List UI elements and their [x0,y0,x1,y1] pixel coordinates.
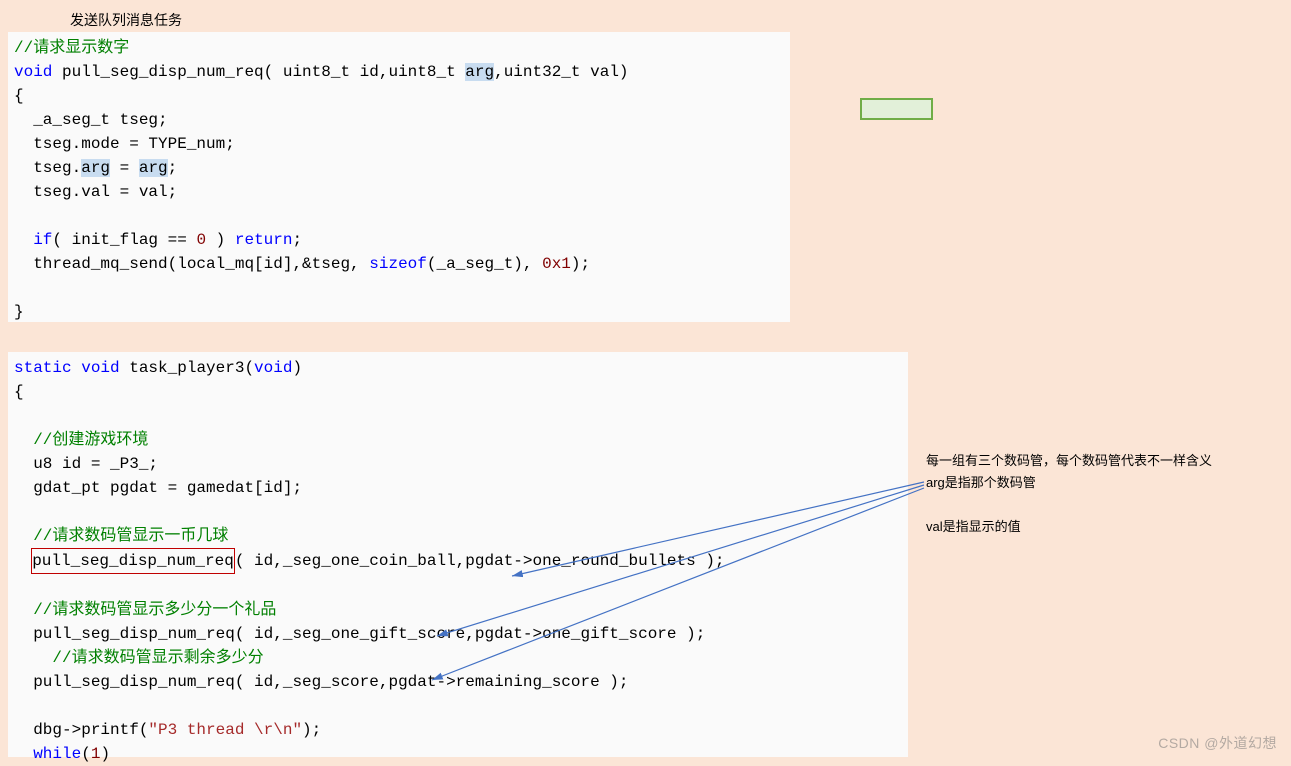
code-pre-2: static void task_player3(void) { //创建游戏环… [14,356,902,766]
title-text: 发送队列消息任务 [70,10,182,30]
annotation-notes: 每一组有三个数码管，每个数码管代表不一样含义 arg是指那个数码管 val是指显… [926,450,1212,538]
green-textbox [860,98,933,120]
code-block-2: static void task_player3(void) { //创建游戏环… [8,352,908,757]
highlighted-call: pull_seg_disp_num_req [31,548,235,574]
watermark: CSDN @外道幻想 [1158,733,1277,753]
code-block-1: //请求显示数字 void pull_seg_disp_num_req( uin… [8,32,790,322]
green-cursor [931,102,933,120]
code-pre-1: //请求显示数字 void pull_seg_disp_num_req( uin… [14,36,784,324]
